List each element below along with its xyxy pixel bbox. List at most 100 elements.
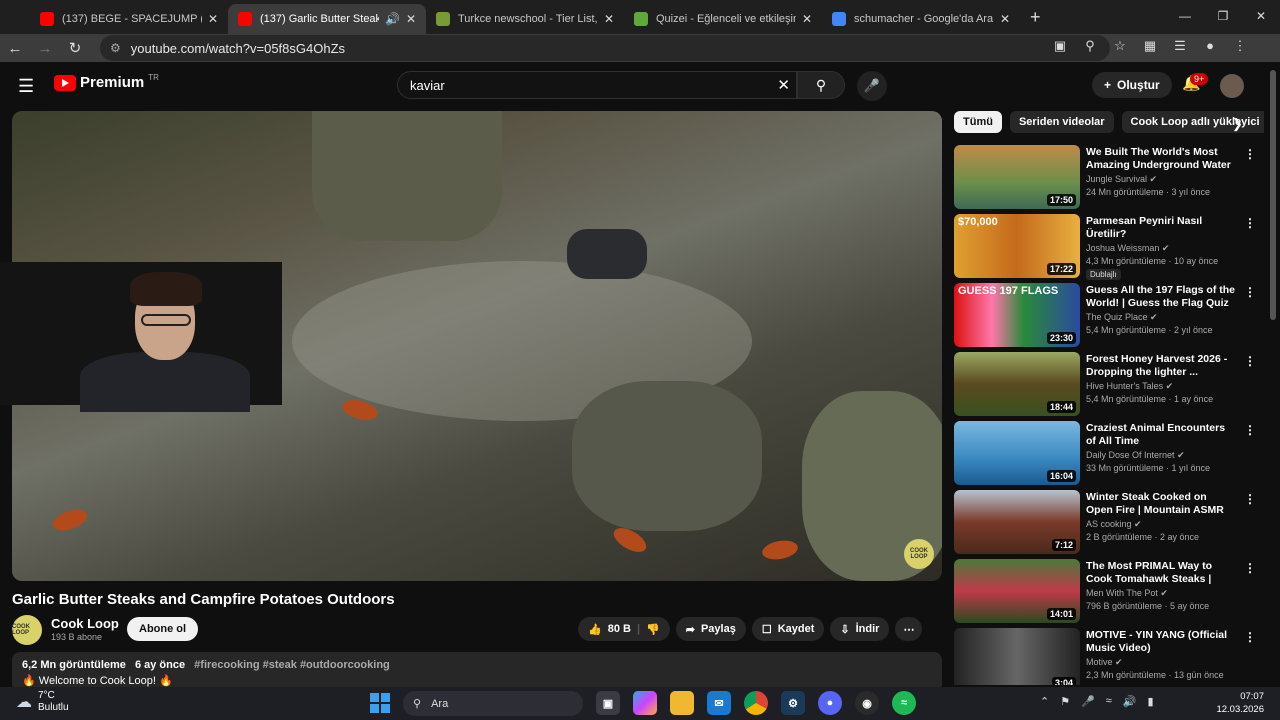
recommendation-channel[interactable]: Joshua Weissman ✔ bbox=[1086, 243, 1169, 254]
filter-chip[interactable]: Tümü bbox=[954, 111, 1002, 133]
recommendation-channel[interactable]: AS cooking ✔ bbox=[1086, 519, 1142, 530]
thumbs-down-icon[interactable]: 👎 bbox=[646, 623, 660, 636]
search-input[interactable]: kaviar ✕ bbox=[397, 71, 797, 99]
browser-tab[interactable]: schumacher - Google'da Ara ✕ bbox=[822, 4, 1020, 34]
steam-icon[interactable]: ⚙ bbox=[781, 691, 805, 715]
windows-start-icon[interactable] bbox=[370, 693, 390, 713]
taskbar-search[interactable]: ⚲ Ara bbox=[403, 691, 583, 716]
subscribe-button[interactable]: Abone ol bbox=[127, 617, 199, 641]
more-vertical-icon[interactable]: ⋮ bbox=[1244, 354, 1256, 368]
recommendation-channel[interactable]: Hive Hunter's Tales ✔ bbox=[1086, 381, 1173, 392]
more-vertical-icon[interactable]: ⋮ bbox=[1244, 147, 1256, 161]
download-button[interactable]: ⇩ İndir bbox=[830, 617, 890, 641]
recommendation-item[interactable]: 3:04 MOTIVE - YIN YANG (Official Music Vi… bbox=[954, 628, 1260, 685]
tab-audio-icon[interactable]: 🔊 bbox=[385, 12, 400, 26]
tray-overflow-icon[interactable]: ⌃ bbox=[1040, 695, 1049, 708]
task-view-icon[interactable]: ▣ bbox=[596, 691, 620, 715]
tab-close-icon[interactable]: ✕ bbox=[604, 12, 614, 26]
create-button[interactable]: + Oluştur bbox=[1092, 72, 1172, 98]
recommendation-title[interactable]: The Most PRIMAL Way to Cook Tomahawk Ste… bbox=[1086, 560, 1236, 587]
close-window-icon[interactable]: ✕ bbox=[1242, 0, 1280, 32]
spotify-icon[interactable]: ≈ bbox=[892, 691, 916, 715]
tab-close-icon[interactable]: ✕ bbox=[208, 12, 218, 26]
recommendation-channel[interactable]: The Quiz Place ✔ bbox=[1086, 312, 1158, 323]
extensions-icon[interactable]: ▦ bbox=[1140, 38, 1160, 54]
video-thumbnail[interactable]: $70,000 17:22 bbox=[954, 214, 1080, 278]
save-button[interactable]: ☐ Kaydet bbox=[751, 617, 825, 641]
recommendation-title[interactable]: Craziest Animal Encounters of All Time bbox=[1086, 422, 1236, 448]
wifi-icon[interactable]: ≈ bbox=[1106, 695, 1112, 708]
new-tab-button[interactable]: + bbox=[1020, 7, 1051, 34]
recommendation-item[interactable]: $70,000 17:22 Parmesan Peyniri Nasıl Üreti… bbox=[954, 214, 1260, 283]
channel-avatar[interactable]: COOK LOOP bbox=[12, 615, 42, 645]
youtube-logo[interactable]: Premium TR bbox=[54, 73, 159, 91]
video-thumbnail[interactable]: 14:01 bbox=[954, 559, 1080, 623]
recommendation-item[interactable]: GUESS 197 FLAGS 23:30 Guess All the 197 Fl… bbox=[954, 283, 1260, 352]
battery-icon[interactable]: ▮ bbox=[1148, 695, 1154, 708]
copilot-icon[interactable] bbox=[633, 691, 657, 715]
tab-close-icon[interactable]: ✕ bbox=[406, 12, 416, 26]
recommendation-channel[interactable]: Men With The Pot ✔ bbox=[1086, 588, 1168, 599]
recommendation-item[interactable]: 17:50 We Built The World's Most Amazing U… bbox=[954, 145, 1260, 214]
hashtags[interactable]: #firecooking #steak #outdoorcooking bbox=[194, 659, 390, 671]
video-thumbnail[interactable]: GUESS 197 FLAGS 23:30 bbox=[954, 283, 1080, 347]
profile-avatar-icon[interactable]: ● bbox=[1200, 38, 1220, 54]
weather-widget[interactable]: ☁ 7°C Bulutlu bbox=[16, 690, 69, 714]
voice-search-icon[interactable]: 🎤 bbox=[857, 71, 887, 101]
video-thumbnail[interactable]: 17:50 bbox=[954, 145, 1080, 209]
site-info-icon[interactable]: ⚙ bbox=[110, 41, 121, 55]
browser-tab[interactable]: (137) Garlic Butter Steaks an 🔊 ✕ bbox=[228, 4, 426, 34]
file-explorer-icon[interactable] bbox=[670, 691, 694, 715]
recommendation-item[interactable]: 16:04 Craziest Animal Encounters of All T… bbox=[954, 421, 1260, 490]
obs-icon[interactable]: ◉ bbox=[855, 691, 879, 715]
page-scrollbar[interactable] bbox=[1270, 70, 1276, 320]
clear-search-icon[interactable]: ✕ bbox=[777, 76, 790, 94]
reload-icon[interactable]: ↻ bbox=[60, 39, 90, 57]
back-icon[interactable]: ← bbox=[0, 40, 30, 57]
discord-icon[interactable]: ● bbox=[818, 691, 842, 715]
recommendation-item[interactable]: 14:01 The Most PRIMAL Way to Cook Tomahaw… bbox=[954, 559, 1260, 628]
minimize-icon[interactable]: — bbox=[1166, 0, 1204, 32]
share-button[interactable]: ➦ Paylaş bbox=[675, 617, 746, 641]
recommendation-title[interactable]: We Built The World's Most Amazing Underg… bbox=[1086, 146, 1236, 173]
recommendation-title[interactable]: MOTIVE - YIN YANG (Official Music Video) bbox=[1086, 629, 1236, 655]
bookmark-star-icon[interactable]: ☆ bbox=[1110, 38, 1130, 54]
recommendation-channel[interactable]: Jungle Survival ✔ bbox=[1086, 174, 1157, 185]
browser-menu-icon[interactable]: ⋮ bbox=[1230, 38, 1250, 54]
recommendation-title[interactable]: Parmesan Peyniri Nasıl Üretilir? bbox=[1086, 215, 1236, 241]
recommendation-title[interactable]: Guess All the 197 Flags of the World! | … bbox=[1086, 284, 1236, 310]
recommendation-title[interactable]: Winter Steak Cooked on Open Fire | Mount… bbox=[1086, 491, 1236, 517]
security-icon[interactable]: ⚑ bbox=[1060, 695, 1070, 708]
zoom-icon[interactable]: ⚲ bbox=[1080, 38, 1100, 54]
description-box[interactable]: 6,2 Mn görüntüleme 6 ay önce #firecookin… bbox=[12, 652, 942, 692]
recommendation-title[interactable]: Forest Honey Harvest 2026 - Dropping the… bbox=[1086, 353, 1236, 379]
recommendation-item[interactable]: 7:12 Winter Steak Cooked on Open Fire | M… bbox=[954, 490, 1260, 559]
mail-icon[interactable]: ✉ bbox=[707, 691, 731, 715]
tab-close-icon[interactable]: ✕ bbox=[802, 12, 812, 26]
more-actions-button[interactable]: ⋯ bbox=[895, 617, 923, 641]
like-button[interactable]: 👍 80 B | 👎 bbox=[578, 617, 670, 641]
maximize-icon[interactable]: ❐ bbox=[1204, 0, 1242, 32]
video-thumbnail[interactable]: 16:04 bbox=[954, 421, 1080, 485]
volume-icon[interactable]: 🔊 bbox=[1123, 695, 1137, 708]
more-vertical-icon[interactable]: ⋮ bbox=[1244, 492, 1256, 506]
recommendation-channel[interactable]: Daily Dose Of Internet ✔ bbox=[1086, 450, 1185, 461]
tab-close-icon[interactable]: ✕ bbox=[1000, 12, 1010, 26]
forward-icon[interactable]: → bbox=[30, 40, 60, 57]
chevron-right-icon[interactable]: ❯ bbox=[1232, 116, 1243, 132]
recommendation-channel[interactable]: Motive ✔ bbox=[1086, 657, 1123, 668]
search-button[interactable]: ⚲ bbox=[797, 71, 845, 99]
media-control-icon[interactable]: ☰ bbox=[1170, 38, 1190, 54]
menu-icon[interactable]: ☰ bbox=[18, 76, 34, 97]
video-thumbnail[interactable]: 7:12 bbox=[954, 490, 1080, 554]
channel-name[interactable]: Cook Loop bbox=[51, 616, 119, 631]
more-vertical-icon[interactable]: ⋮ bbox=[1244, 423, 1256, 437]
microphone-icon[interactable]: 🎤 bbox=[1081, 695, 1095, 708]
cast-icon[interactable]: ▣ bbox=[1050, 38, 1070, 54]
video-thumbnail[interactable]: 3:04 bbox=[954, 628, 1080, 685]
browser-tab[interactable]: Quizei - Eğlenceli ve etkileşimli ✕ bbox=[624, 4, 822, 34]
account-avatar[interactable] bbox=[1220, 74, 1244, 98]
video-thumbnail[interactable]: 18:44 bbox=[954, 352, 1080, 416]
recommendation-item[interactable]: 18:44 Forest Honey Harvest 2026 - Droppin… bbox=[954, 352, 1260, 421]
more-vertical-icon[interactable]: ⋮ bbox=[1244, 285, 1256, 299]
